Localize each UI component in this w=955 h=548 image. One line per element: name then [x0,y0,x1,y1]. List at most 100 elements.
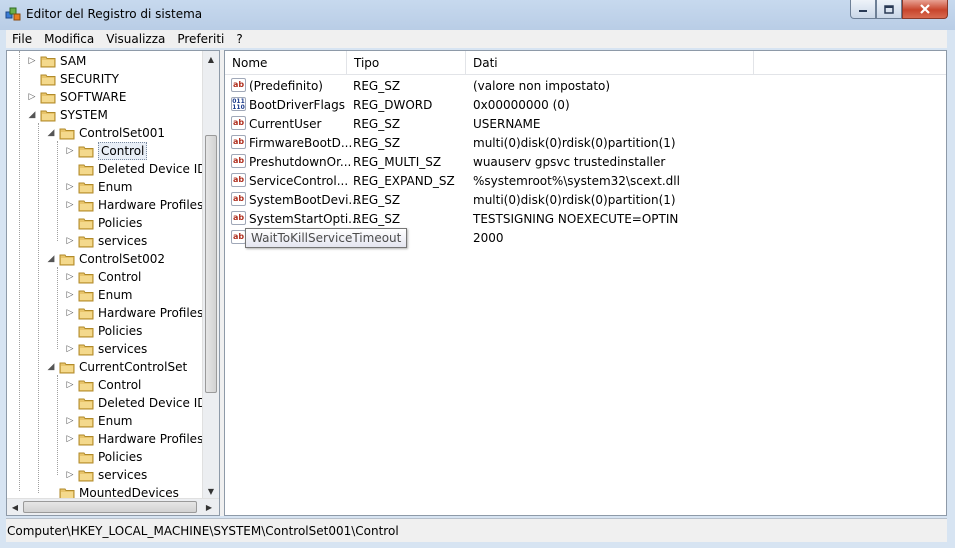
value-name: ServiceControl... [249,174,349,188]
folder-icon [78,199,94,212]
tree-item[interactable]: ▷ services [65,466,148,484]
tree-item[interactable]: ◢ ControlSet001 [46,124,165,142]
column-header-data[interactable]: Dati [466,51,754,74]
tree-expander-icon[interactable]: ▷ [65,182,75,192]
tree-scroll-thumb[interactable] [205,135,217,393]
tree-expander-icon[interactable] [65,164,75,174]
tree-expander-icon[interactable]: ▷ [65,344,75,354]
tree-item[interactable]: Deleted Device IDs [65,394,213,412]
tree-item[interactable]: ▷ Control [65,268,142,286]
folder-icon [78,163,94,176]
folder-icon [40,55,56,68]
tree-horizontal-scrollbar[interactable]: ◀ ▶ [7,498,219,515]
maximize-button[interactable] [876,0,902,19]
tree-expander-icon[interactable]: ▷ [65,146,75,156]
tree-expander-icon[interactable]: ▷ [65,236,75,246]
tree-expander-icon[interactable]: ◢ [27,110,37,120]
tree-expander-icon[interactable]: ▷ [27,56,37,66]
value-row[interactable]: ab CurrentUser REG_SZ USERNAME [225,115,946,134]
folder-icon [78,235,94,248]
folder-icon [59,253,75,266]
tree-item[interactable]: Deleted Device IDs [65,160,213,178]
close-button[interactable] [902,0,948,19]
column-header-type[interactable]: Tipo [347,51,466,74]
tree-item-label: Control [98,142,148,160]
tree-item[interactable]: Policies [65,214,142,232]
tree-item[interactable]: ▷ Hardware Profiles [65,430,204,448]
tree-item[interactable]: ▷ Enum [65,178,133,196]
tree-expander-icon[interactable]: ▷ [65,290,75,300]
tree-guide-line [57,267,58,349]
value-row[interactable]: ab (Predefinito) REG_SZ (valore non imposta… [225,77,946,96]
value-row[interactable]: 011 110 BootDriverFlags REG_DWORD 0x00000000… [225,96,946,115]
tree-item[interactable]: ◢ SYSTEM [27,106,108,124]
status-path: Computer\HKEY_LOCAL_MACHINE\SYSTEM\Contr… [7,524,399,538]
tree-expander-icon[interactable]: ▷ [65,470,75,480]
tree-expander-icon[interactable] [46,488,56,498]
tree-expander-icon[interactable]: ▷ [65,434,75,444]
value-data: TESTSIGNING NOEXECUTE=OPTIN [473,212,679,226]
tree-item[interactable]: ▷ SAM [27,52,87,70]
tree-hscroll-thumb[interactable] [23,501,197,513]
tree-item[interactable]: ◢ CurrentControlSet [46,358,188,376]
registry-values-pane[interactable]: Nome Tipo Dati ab (Predefinito) REG_SZ (val… [224,50,947,516]
scroll-up-arrow-icon[interactable]: ▲ [203,51,219,67]
tree-item[interactable]: ◢ ControlSet002 [46,250,165,268]
folder-icon [78,217,94,230]
column-header-name[interactable]: Nome [225,51,347,74]
tree-expander-icon[interactable] [65,326,75,336]
minimize-button[interactable] [850,0,876,19]
menu-file[interactable]: File [6,32,38,46]
scroll-right-arrow-icon[interactable]: ▶ [201,499,217,515]
registry-tree-pane[interactable]: ▷ SAM SECURITY ▷ SOFTWARE ◢ SYSTEM ◢ ControlSet0… [6,50,220,516]
tree-expander-icon[interactable]: ▷ [27,92,37,102]
tree-item[interactable]: ▷ Control [65,376,142,394]
tree-expander-icon[interactable]: ▷ [65,416,75,426]
tree-item-label: services [98,234,148,248]
folder-icon [78,343,94,356]
tree-item-label: Control [98,270,142,284]
tree-item[interactable]: ▷ Control [65,142,148,160]
folder-icon [78,469,94,482]
tree-expander-icon[interactable]: ◢ [46,362,56,372]
tree-expander-icon[interactable]: ▷ [65,200,75,210]
tree-expander-icon[interactable]: ▷ [65,380,75,390]
tree-expander-icon[interactable]: ◢ [46,128,56,138]
tree-expander-icon[interactable] [65,398,75,408]
tree-expander-icon[interactable] [27,74,37,84]
tree-vertical-scrollbar[interactable]: ▲ ▼ [202,51,219,500]
tree-expander-icon[interactable]: ▷ [65,272,75,282]
tree-item[interactable]: ▷ Hardware Profiles [65,196,204,214]
title-bar[interactable]: Editor del Registro di sistema [0,0,955,30]
tree-item[interactable]: SECURITY [27,70,119,88]
string-value-icon: ab [231,78,246,92]
value-row[interactable]: ab SystemStartOpti... REG_SZ TESTSIGNING N… [225,210,946,229]
tree-expander-icon[interactable] [65,218,75,228]
tree-item[interactable]: Policies [65,448,142,466]
menu-view[interactable]: Visualizza [100,32,171,46]
menu-help[interactable]: ? [230,32,248,46]
tree-expander-icon[interactable]: ◢ [46,254,56,264]
value-row[interactable]: ab PreshutdownOr... REG_MULTI_SZ wuauserv g… [225,153,946,172]
value-row[interactable]: ab SystemBootDevi... REG_SZ multi(0)disk(0)… [225,191,946,210]
string-value-icon: ab [231,230,246,244]
value-type: REG_MULTI_SZ [353,155,442,169]
tree-item[interactable]: Policies [65,322,142,340]
scroll-down-arrow-icon[interactable]: ▼ [203,483,219,499]
tree-item-label: SECURITY [60,72,119,86]
tree-item[interactable]: ▷ Hardware Profiles [65,304,204,322]
tree-item[interactable]: ▷ Enum [65,286,133,304]
tree-item[interactable]: ▷ services [65,232,148,250]
value-data: (valore non impostato) [473,79,611,93]
scroll-left-arrow-icon[interactable]: ◀ [7,499,23,515]
tree-item[interactable]: ▷ Enum [65,412,133,430]
menu-favorites[interactable]: Preferiti [171,32,230,46]
value-row[interactable]: ab ServiceControl... REG_EXPAND_SZ %systemr… [225,172,946,191]
tree-item[interactable]: ▷ services [65,340,148,358]
value-row[interactable]: ab FirmwareBootD... REG_SZ multi(0)disk(0)r… [225,134,946,153]
value-name: CurrentUser [249,117,322,131]
menu-edit[interactable]: Modifica [38,32,100,46]
tree-expander-icon[interactable]: ▷ [65,308,75,318]
tree-item[interactable]: ▷ SOFTWARE [27,88,127,106]
tree-expander-icon[interactable] [65,452,75,462]
